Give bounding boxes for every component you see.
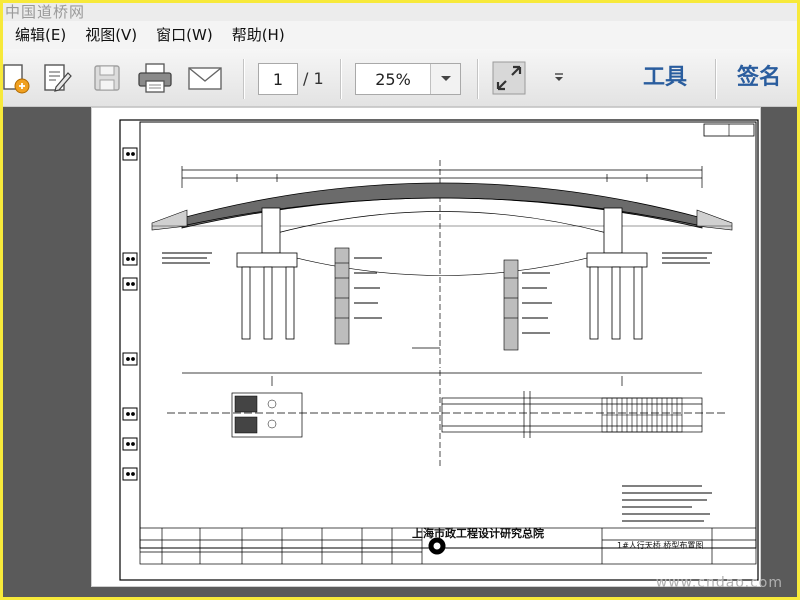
document-viewer[interactable]: 上海市政工程设计研究总院 1#人行天桥 桥型布置图 www.cndao.com — [3, 107, 797, 597]
create-pdf-icon — [3, 64, 30, 94]
envelope-icon — [188, 67, 222, 90]
site-watermark: 中国道桥网 — [5, 3, 86, 21]
print-button[interactable] — [137, 61, 173, 95]
pdf-page: 上海市政工程设计研究总院 1#人行天桥 桥型布置图 — [91, 107, 761, 587]
sign-pane-button[interactable]: 签名 — [737, 61, 781, 95]
site-url-watermark: www.cndao.com — [655, 575, 783, 591]
zoom-value: 25% — [375, 69, 411, 89]
email-button[interactable] — [187, 61, 223, 95]
toolbar-separator — [243, 59, 244, 99]
toolbar-separator — [477, 59, 478, 99]
expand-icon — [492, 61, 526, 95]
toolbar-options-button[interactable] — [541, 61, 577, 95]
binding-strip — [119, 120, 138, 580]
chevron-down-icon — [440, 76, 451, 81]
institute-name: 上海市政工程设计研究总院 — [412, 527, 544, 540]
tools-pane-button[interactable]: 工具 — [643, 61, 687, 95]
zoom-dropdown-button[interactable] — [430, 64, 460, 94]
menu-edit[interactable]: 编辑(E) — [15, 21, 66, 49]
toolbar-separator — [340, 59, 341, 99]
printer-icon — [138, 63, 172, 93]
page-total-label: / 1 — [303, 69, 324, 88]
menu-view[interactable]: 视图(V) — [85, 21, 137, 49]
menu-window[interactable]: 窗口(W) — [156, 21, 213, 49]
toolbar: 1 / 1 25% 工具 签名 — [3, 49, 797, 107]
edit-document-button[interactable] — [39, 61, 75, 95]
menu-help[interactable]: 帮助(H) — [232, 21, 285, 49]
toolbar-separator — [715, 59, 716, 99]
save-icon — [94, 65, 120, 91]
sheet-name: 1#人行天桥 桥型布置图 — [617, 541, 704, 550]
zoom-select[interactable]: 25% — [355, 63, 461, 95]
page-number-input[interactable]: 1 — [258, 63, 298, 95]
bridge-drawing — [119, 119, 759, 581]
menu-bar: 编辑(E) 视图(V) 窗口(W) 帮助(H) — [3, 21, 797, 49]
fullscreen-button[interactable] — [491, 61, 527, 95]
edit-document-icon — [44, 64, 72, 92]
save-button[interactable] — [89, 61, 125, 95]
create-pdf-button[interactable] — [3, 61, 33, 95]
overflow-chevron-icon — [555, 73, 563, 81]
app-window: 中国道桥网 编辑(E) 视图(V) 窗口(W) 帮助(H) 1 / 1 25% … — [3, 3, 797, 597]
